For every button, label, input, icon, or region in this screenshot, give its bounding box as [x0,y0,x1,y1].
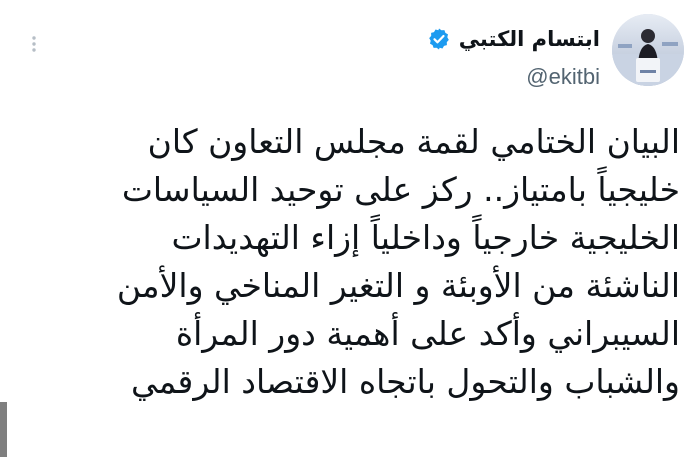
avatar-photo [612,14,684,86]
author-avatar[interactable] [612,14,684,86]
tweet-card: ابتسام الكتبي @ekitbi البيان الختامي لقم… [0,0,700,457]
tweet-line: السيبراني وأكد على أهمية دور المرأة [175,314,680,353]
tweet-body: البيان الختامي لقمة مجلس التعاون كان خلي… [20,118,680,406]
more-options-button[interactable] [24,34,44,54]
tweet-line: خليجياً بامتياز.. ركز على توحيد السياسات [121,170,680,209]
tweet-line: الخليجية خارجياً وداخلياً إزاء التهديدات [171,218,680,257]
tweet-line: البيان الختامي لقمة مجلس التعاون كان [147,122,680,161]
author-handle[interactable]: @ekitbi [526,64,600,90]
vertical-dots-icon [32,36,36,52]
tweet-line: الناشئة من الأوبئة و التغير المناخي والأ… [116,266,680,305]
tweet-line: والشباب والتحول باتجاه الاقتصاد الرقمي [130,362,680,401]
left-edge-strip [0,402,7,457]
author-name-row: ابتسام الكتبي [427,22,600,56]
author-display-name[interactable]: ابتسام الكتبي [459,27,600,51]
verified-badge-icon [427,27,451,51]
